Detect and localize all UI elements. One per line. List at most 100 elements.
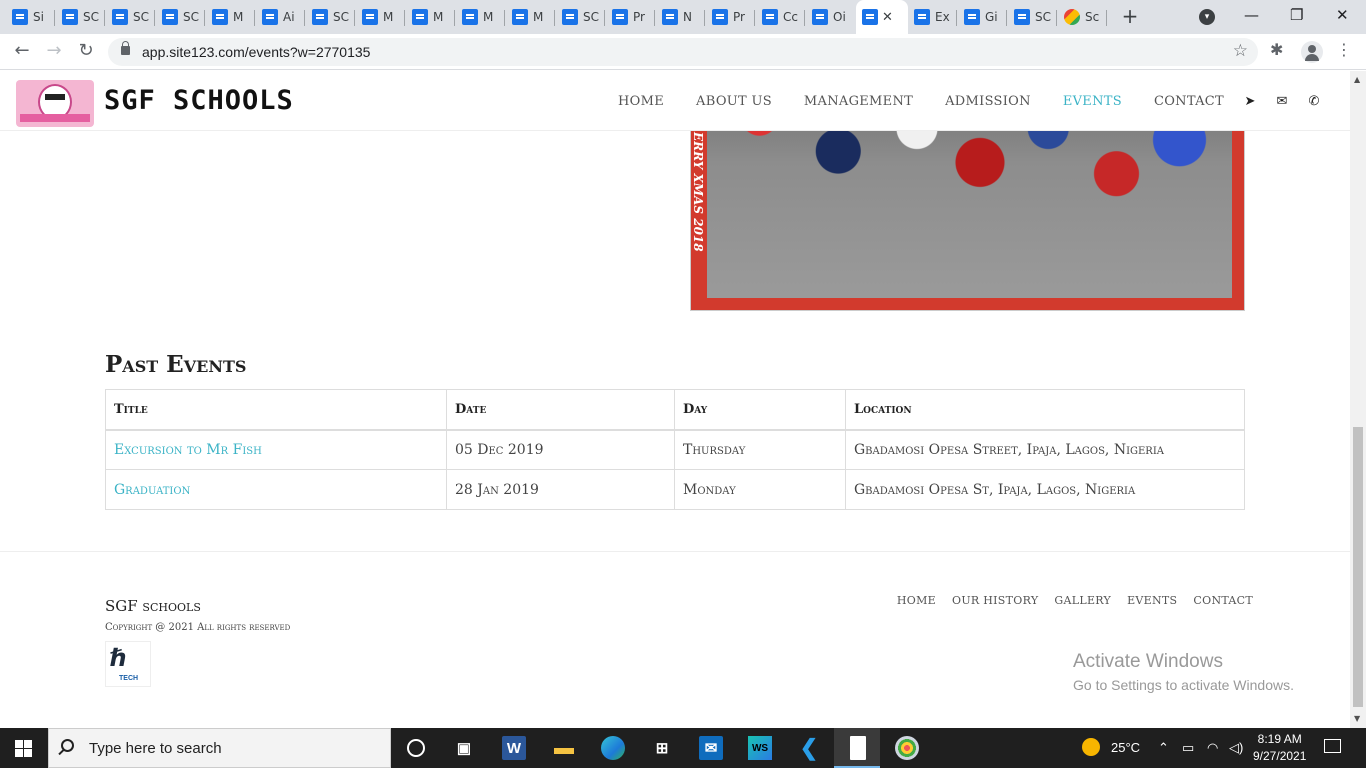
browser-tab[interactable]: Si (6, 4, 54, 30)
browser-menu-icon[interactable]: ⋮ (1336, 40, 1352, 59)
nav-about-us[interactable]: ABOUT US (696, 94, 772, 109)
browser-tab[interactable]: SC (556, 4, 604, 30)
volume-icon[interactable]: ◁) (1229, 740, 1243, 756)
address-bar[interactable]: app.site123.com/events?w=2770135 ☆ (108, 38, 1258, 66)
maximize-button[interactable]: ❐ (1290, 6, 1303, 24)
docs-icon (562, 9, 578, 25)
footer-nav-our-history[interactable]: OUR HISTORY (952, 594, 1038, 607)
bookmark-star-icon[interactable]: ☆ (1233, 41, 1248, 61)
browser-tab[interactable]: Ex (908, 4, 956, 30)
tray-overflow-chevron-icon[interactable]: ⌃ (1158, 740, 1169, 756)
phone-icon[interactable]: ✆ (1308, 94, 1320, 109)
url-text[interactable]: app.site123.com/events?w=2770135 (142, 44, 370, 60)
browser-tab[interactable]: SC (306, 4, 354, 30)
word-icon[interactable]: W (502, 736, 526, 760)
tab-separator (104, 10, 105, 26)
wifi-icon[interactable]: ◠ (1207, 740, 1218, 756)
clock-date: 9/27/2021 (1253, 749, 1307, 763)
browser-tab[interactable]: M (506, 4, 554, 30)
browser-tab[interactable]: Pr (706, 4, 754, 30)
scroll-thumb[interactable] (1353, 427, 1363, 707)
browser-tab[interactable]: SC (1008, 4, 1056, 30)
file-explorer-icon[interactable]: ▬ (552, 736, 576, 760)
nav-admission[interactable]: ADMISSION (945, 94, 1031, 109)
browser-tab[interactable]: M (206, 4, 254, 30)
paint-icon[interactable] (895, 736, 919, 760)
browser-tab[interactable]: Sc (1058, 4, 1106, 30)
minimize-button[interactable]: — (1244, 6, 1259, 24)
scroll-up-arrow-icon[interactable]: ▲ (1354, 75, 1360, 84)
footer-nav-home[interactable]: HOME (897, 594, 936, 607)
event-title-link[interactable]: Excursion to Mr Fish (114, 442, 262, 458)
event-title-cell: Excursion to Mr Fish (105, 429, 447, 470)
tab-separator (654, 10, 655, 26)
footer-logo-text: TECH (119, 675, 139, 682)
nav-home[interactable]: HOME (618, 94, 664, 109)
reload-button[interactable]: ↻ (74, 40, 98, 64)
weather-temperature[interactable]: 25°C (1111, 740, 1140, 755)
new-tab-button[interactable]: + (1119, 6, 1141, 28)
tab-separator (254, 10, 255, 26)
browser-tab[interactable]: M (406, 4, 454, 30)
location-arrow-icon[interactable]: ➤ (1244, 94, 1256, 109)
store-icon[interactable]: ⊞ (650, 736, 674, 760)
browser-tab[interactable]: Ai (256, 4, 304, 30)
tab-title: Pr (633, 10, 645, 24)
browser-tab[interactable]: Pr (606, 4, 654, 30)
nav-contact[interactable]: CONTACT (1154, 94, 1224, 109)
tab-separator (1006, 10, 1007, 26)
extensions-icon[interactable]: ✱ (1270, 40, 1283, 59)
tab-title: Ai (283, 10, 295, 24)
browser-tab[interactable]: N (656, 4, 704, 30)
windows-start-icon[interactable] (15, 740, 32, 757)
docs-icon (1014, 9, 1030, 25)
page-scrollbar[interactable]: ▲ ▼ (1350, 71, 1366, 728)
window-close-button[interactable]: ✕ (1336, 6, 1349, 24)
taskbar-search-input[interactable]: Type here to search (48, 728, 391, 768)
browser-tab[interactable]: SC (56, 4, 104, 30)
browser-tab[interactable]: M (356, 4, 404, 30)
notification-center-icon[interactable] (1324, 739, 1341, 753)
vscode-icon[interactable]: ❮ (797, 735, 821, 760)
footer-nav-events[interactable]: EVENTS (1127, 594, 1177, 607)
docs-icon (162, 9, 178, 25)
profile-avatar-icon[interactable] (1301, 41, 1323, 63)
browser-tab[interactable]: Oi (806, 4, 854, 30)
tab-separator (1056, 10, 1057, 26)
docs-icon (362, 9, 378, 25)
event-day: Monday (674, 469, 846, 510)
browser-tab[interactable]: SC (106, 4, 154, 30)
footer-nav-contact[interactable]: CONTACT (1193, 594, 1253, 607)
browser-tab[interactable]: Gi (958, 4, 1006, 30)
mail-icon[interactable]: ✉ (699, 736, 723, 760)
footer-nav-gallery[interactable]: GALLERY (1054, 594, 1111, 607)
notepad-icon[interactable] (850, 736, 866, 760)
browser-tab[interactable]: Cc (756, 4, 804, 30)
nav-management[interactable]: MANAGEMENT (804, 94, 913, 109)
back-button[interactable]: ← (10, 40, 34, 64)
browser-tab[interactable]: ✕ (856, 0, 908, 34)
tab-search-button[interactable]: ▾ (1199, 9, 1215, 25)
battery-icon[interactable]: ▭ (1182, 740, 1194, 756)
task-view-icon[interactable]: ▣ (452, 736, 476, 760)
event-title-link[interactable]: Graduation (114, 482, 190, 498)
lock-icon[interactable] (121, 41, 130, 55)
weather-sun-icon[interactable] (1082, 738, 1100, 756)
tab-close-icon[interactable]: ✕ (882, 10, 893, 25)
forward-button[interactable]: → (42, 40, 66, 64)
scroll-down-arrow-icon[interactable]: ▼ (1354, 714, 1360, 723)
browser-tab[interactable]: SC (156, 4, 204, 30)
webstorm-icon[interactable]: WS (748, 736, 772, 760)
footer-tech-logo[interactable]: ℏ TECH (105, 641, 151, 687)
site-brand[interactable]: SGF SCHOOLS (104, 85, 294, 116)
edge-icon[interactable] (601, 736, 625, 760)
taskbar-clock[interactable]: 8:19 AM 9/27/2021 (1253, 731, 1306, 765)
browser-tab[interactable]: M (456, 4, 504, 30)
cortana-icon[interactable] (407, 739, 425, 757)
school-logo[interactable] (16, 80, 94, 127)
past-events-table: Title Date Day Location Excursion to Mr … (105, 389, 1245, 510)
docs-icon (862, 9, 878, 25)
envelope-icon[interactable]: ✉ (1276, 94, 1288, 109)
docs-icon (762, 9, 778, 25)
nav-events[interactable]: EVENTS (1063, 94, 1122, 109)
